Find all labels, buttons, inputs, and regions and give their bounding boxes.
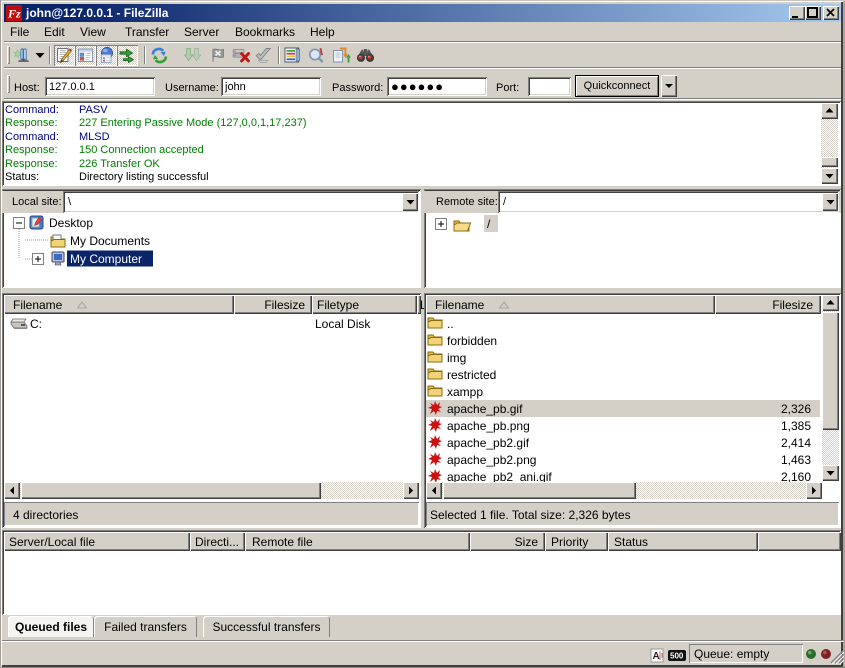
svg-text:My Computer: My Computer xyxy=(70,252,142,266)
svg-text:500: 500 xyxy=(670,652,684,661)
svg-text:My Documents: My Documents xyxy=(70,234,150,248)
svg-text:A: A xyxy=(653,651,660,662)
svg-text:Desktop: Desktop xyxy=(49,216,93,230)
svg-text:Fz: Fz xyxy=(7,7,21,21)
